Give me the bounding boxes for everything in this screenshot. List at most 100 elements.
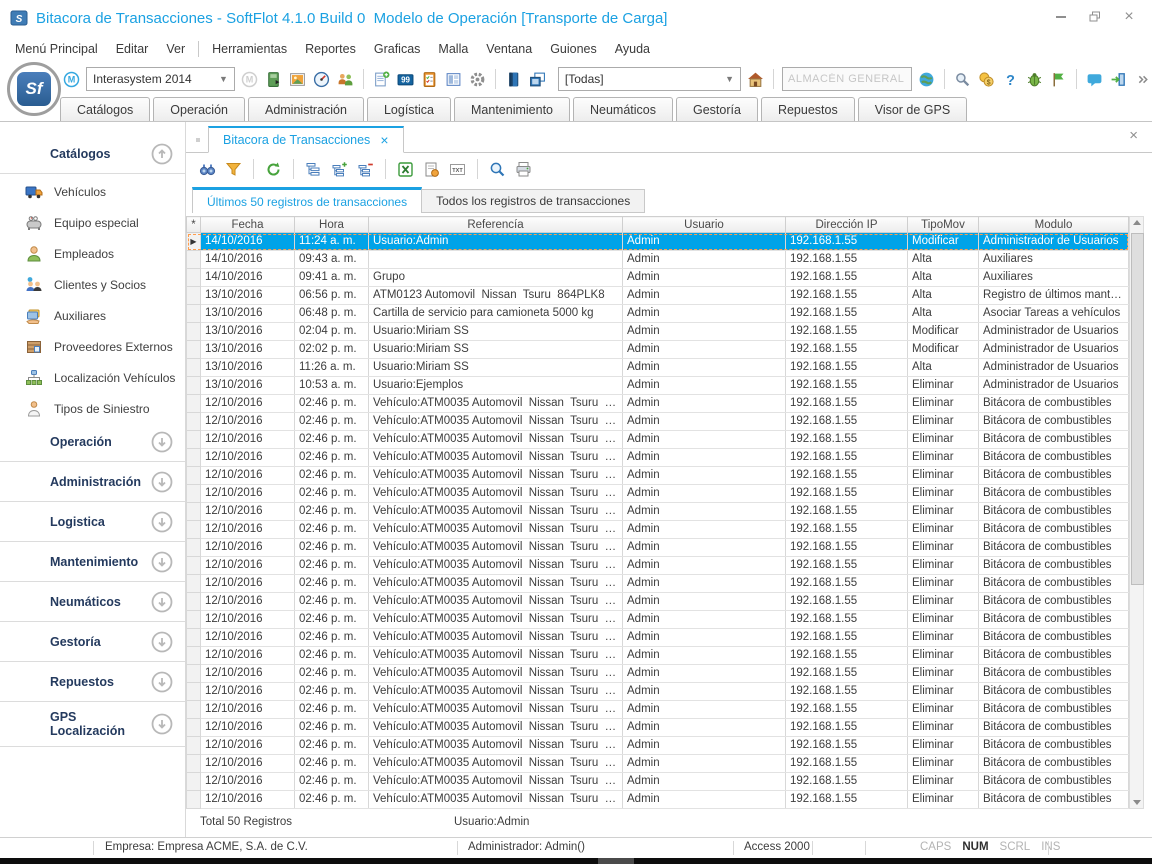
row-marker-cell[interactable] xyxy=(187,503,201,521)
cell-tipomov[interactable]: Alta xyxy=(908,359,979,377)
cell-usuario[interactable]: Admin xyxy=(623,413,786,431)
cell-fecha[interactable]: 12/10/2016 xyxy=(201,683,295,701)
menu-item-editar[interactable]: Editar xyxy=(107,38,158,60)
cell-usuario[interactable]: Admin xyxy=(623,611,786,629)
cell-hora[interactable]: 02:46 p. m. xyxy=(295,503,369,521)
cell-ip[interactable]: 192.168.1.55 xyxy=(786,629,908,647)
cell-referencia[interactable]: Vehículo:ATM0035 Automovil Nissan Tsuru … xyxy=(369,629,623,647)
cell-usuario[interactable]: Admin xyxy=(623,773,786,791)
cell-hora[interactable]: 02:04 p. m. xyxy=(295,323,369,341)
refresh-icon[interactable] xyxy=(264,160,283,179)
cell-tipomov[interactable]: Eliminar xyxy=(908,557,979,575)
tab-logistica[interactable]: Logística xyxy=(367,97,451,121)
coins-icon[interactable]: $ xyxy=(977,70,996,89)
row-marker-cell[interactable] xyxy=(187,683,201,701)
table-row[interactable]: ▶14/10/201611:24 a. m.Usuario:AdminAdmin… xyxy=(187,233,1129,251)
cell-usuario[interactable]: Admin xyxy=(623,305,786,323)
cell-ip[interactable]: 192.168.1.55 xyxy=(786,503,908,521)
cell-hora[interactable]: 09:41 a. m. xyxy=(295,269,369,287)
tab-operacion[interactable]: Operación xyxy=(153,97,245,121)
cell-hora[interactable]: 09:43 a. m. xyxy=(295,251,369,269)
cell-modulo[interactable]: Bitácora de combustibles xyxy=(979,521,1129,539)
cell-referencia[interactable]: Vehículo:ATM0035 Automovil Nissan Tsuru … xyxy=(369,719,623,737)
scrollbar-thumb[interactable] xyxy=(1131,233,1144,585)
cell-hora[interactable]: 02:46 p. m. xyxy=(295,395,369,413)
cell-usuario[interactable]: Admin xyxy=(623,449,786,467)
sidebar-item-localizacion-vehiculos[interactable]: Localización Vehículos xyxy=(0,362,185,393)
circle-up-icon[interactable] xyxy=(150,142,173,165)
cell-fecha[interactable]: 12/10/2016 xyxy=(201,755,295,773)
cell-fecha[interactable]: 12/10/2016 xyxy=(201,413,295,431)
tab-visor-de-gps[interactable]: Visor de GPS xyxy=(858,97,968,121)
cell-ip[interactable]: 192.168.1.55 xyxy=(786,359,908,377)
cell-referencia[interactable]: Vehículo:ATM0035 Automovil Nissan Tsuru … xyxy=(369,503,623,521)
cell-fecha[interactable]: 12/10/2016 xyxy=(201,575,295,593)
table-row[interactable]: 14/10/201609:41 a. m.GrupoAdmin192.168.1… xyxy=(187,269,1129,287)
close-button[interactable]: × xyxy=(1122,10,1136,24)
cell-hora[interactable]: 02:46 p. m. xyxy=(295,611,369,629)
cell-modulo[interactable]: Bitácora de combustibles xyxy=(979,575,1129,593)
cell-referencia[interactable]: Vehículo:ATM0035 Automovil Nissan Tsuru … xyxy=(369,575,623,593)
cell-usuario[interactable]: Admin xyxy=(623,521,786,539)
sidebar-item-vehiculos[interactable]: Vehículos xyxy=(0,176,185,207)
cell-fecha[interactable]: 12/10/2016 xyxy=(201,701,295,719)
cell-tipomov[interactable]: Eliminar xyxy=(908,593,979,611)
cell-hora[interactable]: 02:46 p. m. xyxy=(295,521,369,539)
column-header-hora[interactable]: Hora xyxy=(295,217,369,233)
checklist-icon[interactable] xyxy=(420,70,439,89)
table-row[interactable]: 12/10/201602:46 p. m.Vehículo:ATM0035 Au… xyxy=(187,683,1129,701)
cell-hora[interactable]: 02:46 p. m. xyxy=(295,737,369,755)
cell-modulo[interactable]: Bitácora de combustibles xyxy=(979,395,1129,413)
cell-referencia[interactable]: Vehículo:ATM0035 Automovil Nissan Tsuru … xyxy=(369,521,623,539)
sidebar-item-proveedores-externos[interactable]: Proveedores Externos xyxy=(0,331,185,362)
row-marker-cell[interactable] xyxy=(187,629,201,647)
row-marker-cell[interactable] xyxy=(187,647,201,665)
menu-item-herramientas[interactable]: Herramientas xyxy=(203,38,296,60)
counter99-icon[interactable]: 99 xyxy=(396,70,415,89)
cell-hora[interactable]: 02:46 p. m. xyxy=(295,701,369,719)
tab-close-icon[interactable]: × xyxy=(380,134,388,146)
cell-tipomov[interactable]: Eliminar xyxy=(908,683,979,701)
tab-neumaticos[interactable]: Neumáticos xyxy=(573,97,673,121)
cell-modulo[interactable]: Auxiliares xyxy=(979,251,1129,269)
cell-tipomov[interactable]: Eliminar xyxy=(908,395,979,413)
cell-tipomov[interactable]: Eliminar xyxy=(908,611,979,629)
cell-fecha[interactable]: 12/10/2016 xyxy=(201,791,295,809)
cell-hora[interactable]: 02:02 p. m. xyxy=(295,341,369,359)
cell-modulo[interactable]: Bitácora de combustibles xyxy=(979,701,1129,719)
row-marker-cell[interactable] xyxy=(187,701,201,719)
column-header-modulo[interactable]: Modulo xyxy=(979,217,1129,233)
preview-icon[interactable] xyxy=(488,160,507,179)
cell-usuario[interactable]: Admin xyxy=(623,503,786,521)
cell-usuario[interactable]: Admin xyxy=(623,791,786,809)
cell-ip[interactable]: 192.168.1.55 xyxy=(786,467,908,485)
cell-referencia[interactable]: Vehículo:ATM0035 Automovil Nissan Tsuru … xyxy=(369,683,623,701)
row-marker-cell[interactable] xyxy=(187,377,201,395)
cell-ip[interactable]: 192.168.1.55 xyxy=(786,269,908,287)
menu-item-reportes[interactable]: Reportes xyxy=(296,38,365,60)
cell-ip[interactable]: 192.168.1.55 xyxy=(786,287,908,305)
cell-ip[interactable]: 192.168.1.55 xyxy=(786,773,908,791)
cell-usuario[interactable]: Admin xyxy=(623,701,786,719)
cell-usuario[interactable]: Admin xyxy=(623,395,786,413)
sidebar-section-catalogos[interactable]: Catálogos xyxy=(0,136,185,171)
sidebar-section-neumaticos[interactable]: Neumáticos xyxy=(0,584,185,619)
cell-usuario[interactable]: Admin xyxy=(623,683,786,701)
exit-icon[interactable] xyxy=(1109,70,1128,89)
cell-usuario[interactable]: Admin xyxy=(623,593,786,611)
cell-tipomov[interactable]: Eliminar xyxy=(908,773,979,791)
cell-tipomov[interactable]: Modificar xyxy=(908,233,979,251)
circle-down-icon[interactable] xyxy=(150,430,173,453)
cell-modulo[interactable]: Auxiliares xyxy=(979,269,1129,287)
table-row[interactable]: 12/10/201602:46 p. m.Vehículo:ATM0035 Au… xyxy=(187,521,1129,539)
cell-ip[interactable]: 192.168.1.55 xyxy=(786,341,908,359)
cell-modulo[interactable]: Bitácora de combustibles xyxy=(979,593,1129,611)
cell-tipomov[interactable]: Eliminar xyxy=(908,701,979,719)
cell-tipomov[interactable]: Alta xyxy=(908,287,979,305)
circle-down-icon[interactable] xyxy=(150,630,173,653)
table-row[interactable]: 12/10/201602:46 p. m.Vehículo:ATM0035 Au… xyxy=(187,467,1129,485)
table-row[interactable]: 12/10/201602:46 p. m.Vehículo:ATM0035 Au… xyxy=(187,701,1129,719)
cell-fecha[interactable]: 12/10/2016 xyxy=(201,719,295,737)
cell-modulo[interactable]: Bitácora de combustibles xyxy=(979,719,1129,737)
cell-referencia[interactable]: Vehículo:ATM0035 Automovil Nissan Tsuru … xyxy=(369,557,623,575)
